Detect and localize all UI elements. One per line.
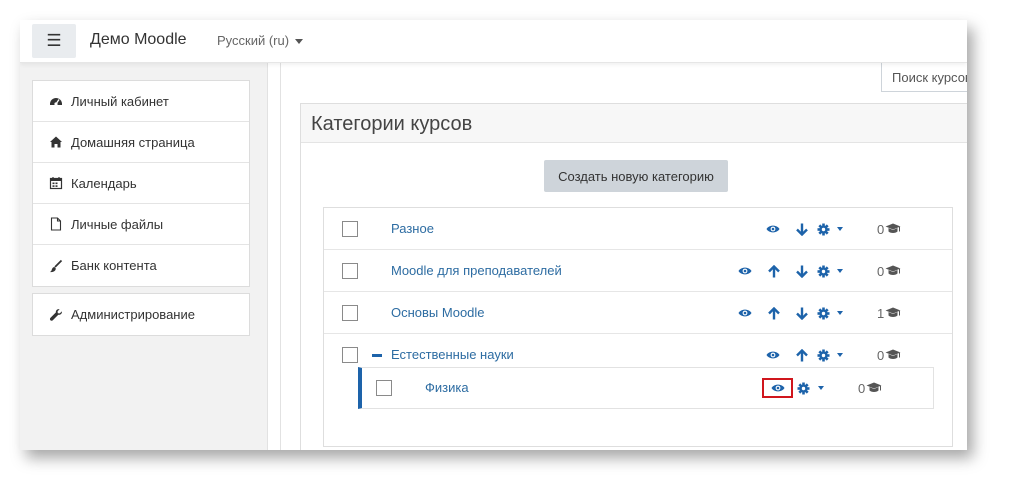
browser-frame: ☰ Демо Moodle Русский (ru) Личный кабине… — [20, 20, 967, 450]
course-count: 0 — [858, 381, 882, 396]
collapse-minus-icon[interactable] — [372, 354, 382, 357]
arrow-down-icon[interactable] — [795, 306, 809, 320]
arrow-up-icon[interactable] — [767, 264, 781, 278]
category-name-link[interactable]: Естественные науки — [391, 347, 514, 362]
wrench-icon — [49, 308, 63, 322]
eye-icon[interactable] — [771, 381, 785, 395]
graduation-cap-icon — [884, 222, 901, 237]
nav-drawer-admin: Администрирование — [32, 293, 250, 336]
graduation-cap-icon — [884, 264, 901, 279]
nav-item-content-bank[interactable]: Банк контента — [33, 245, 249, 286]
calendar-icon — [49, 176, 63, 190]
nav-item-calendar[interactable]: Календарь — [33, 163, 249, 204]
category-checkbox[interactable] — [342, 263, 358, 279]
category-name-link[interactable]: Разное — [391, 221, 434, 236]
nav-item-label: Домашняя страница — [71, 134, 195, 150]
eye-icon[interactable] — [738, 264, 752, 278]
eye-icon[interactable] — [738, 306, 752, 320]
arrow-up-icon[interactable] — [767, 306, 781, 320]
category-checkbox[interactable] — [376, 380, 392, 396]
category-name-link[interactable]: Основы Moodle — [391, 305, 485, 320]
create-category-button[interactable]: Создать новую категорию — [544, 160, 728, 192]
top-navbar: ☰ Демо Moodle Русский (ru) — [20, 20, 967, 63]
site-brand[interactable]: Демо Moodle — [90, 31, 187, 49]
nav-item-label: Администрирование — [71, 307, 195, 322]
gear-icon[interactable] — [816, 222, 830, 236]
course-count-value: 0 — [877, 264, 885, 279]
category-row: Разное 0 — [324, 208, 952, 250]
caret-down-icon[interactable] — [837, 269, 843, 273]
caret-down-icon — [295, 39, 304, 45]
hamburger-icon: ☰ — [46, 31, 62, 50]
category-name-link[interactable]: Физика — [425, 380, 469, 395]
main-region: Поиск курсов Категории курсов Создать но… — [280, 63, 967, 450]
course-count-value: 0 — [877, 348, 885, 363]
caret-down-icon[interactable] — [837, 227, 843, 231]
course-count: 0 — [877, 348, 901, 363]
subcategory-row: Физика 0 — [358, 367, 934, 409]
arrow-down-icon[interactable] — [795, 222, 809, 236]
course-search-input[interactable]: Поиск курсов — [881, 63, 967, 92]
course-count: 0 — [877, 264, 901, 279]
language-menu[interactable]: Русский (ru) — [217, 33, 304, 48]
nav-item-label: Календарь — [71, 175, 137, 191]
gear-icon[interactable] — [816, 306, 830, 320]
home-icon — [49, 135, 63, 149]
language-label: Русский (ru) — [217, 33, 290, 48]
category-row: Основы Moodle 1 — [324, 292, 952, 334]
arrow-down-icon[interactable] — [795, 264, 809, 278]
hamburger-menu-button[interactable]: ☰ — [32, 24, 76, 58]
course-count-value: 0 — [858, 381, 866, 396]
paint-brush-icon — [49, 259, 63, 273]
caret-down-icon[interactable] — [837, 353, 843, 357]
file-icon — [49, 217, 63, 231]
nav-item-administration[interactable]: Администрирование — [33, 294, 249, 335]
graduation-cap-icon — [884, 306, 901, 321]
nav-item-label: Личные файлы — [71, 216, 164, 232]
caret-down-icon[interactable] — [837, 311, 843, 315]
nav-item-home[interactable]: Домашняя страница — [33, 122, 249, 163]
course-categories-card: Категории курсов Создать новую категорию… — [300, 103, 967, 450]
category-checkbox[interactable] — [342, 347, 358, 363]
gear-icon[interactable] — [816, 348, 830, 362]
gear-icon[interactable] — [816, 264, 830, 278]
arrow-up-icon[interactable] — [795, 348, 809, 362]
course-count-value: 0 — [877, 222, 885, 237]
nav-drawer: Личный кабинет Домашняя страница Календа… — [20, 63, 268, 450]
course-count-value: 1 — [877, 306, 885, 321]
category-checkbox[interactable] — [342, 305, 358, 321]
graduation-cap-icon — [865, 381, 882, 396]
dashboard-icon — [49, 94, 63, 108]
nav-drawer-main: Личный кабинет Домашняя страница Календа… — [32, 80, 250, 287]
category-name-link[interactable]: Moodle для преподавателей — [391, 263, 562, 278]
category-list: Разное 0 Moodle для преподавателей 0 Осн… — [323, 207, 953, 447]
nav-item-label: Банк контента — [71, 258, 157, 273]
graduation-cap-icon — [884, 348, 901, 363]
eye-icon[interactable] — [766, 222, 780, 236]
nav-item-private-files[interactable]: Личные файлы — [33, 204, 249, 245]
course-count: 1 — [877, 306, 901, 321]
nav-item-label: Личный кабинет — [71, 93, 169, 109]
course-count: 0 — [877, 222, 901, 237]
caret-down-icon[interactable] — [818, 386, 824, 390]
gear-icon[interactable] — [796, 381, 810, 395]
category-row: Moodle для преподавателей 0 — [324, 250, 952, 292]
category-checkbox[interactable] — [342, 221, 358, 237]
eye-icon[interactable] — [766, 348, 780, 362]
card-title: Категории курсов — [301, 104, 967, 143]
nav-item-dashboard[interactable]: Личный кабинет — [33, 81, 249, 122]
